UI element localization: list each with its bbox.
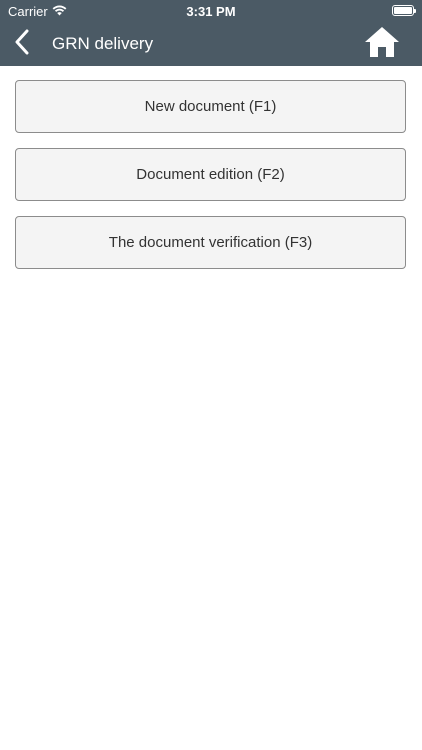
page-title: GRN delivery: [52, 34, 154, 53]
document-edition-button[interactable]: Document edition (F2): [15, 148, 406, 201]
home-icon: [364, 26, 400, 63]
battery-level: [394, 7, 412, 14]
document-verification-button[interactable]: The document verification (F3): [15, 216, 406, 269]
battery-icon: [392, 5, 416, 16]
chevron-left-icon: [14, 29, 30, 60]
status-time: 3:31 PM: [186, 4, 236, 19]
back-button[interactable]: [8, 28, 36, 60]
status-bar: Carrier 3:31 PM: [0, 0, 422, 22]
document-menu: New document (F1) Document edition (F2) …: [15, 80, 407, 284]
home-button[interactable]: [362, 26, 402, 62]
nav-bar: GRN delivery: [0, 22, 422, 66]
new-document-button[interactable]: New document (F1): [15, 80, 406, 133]
